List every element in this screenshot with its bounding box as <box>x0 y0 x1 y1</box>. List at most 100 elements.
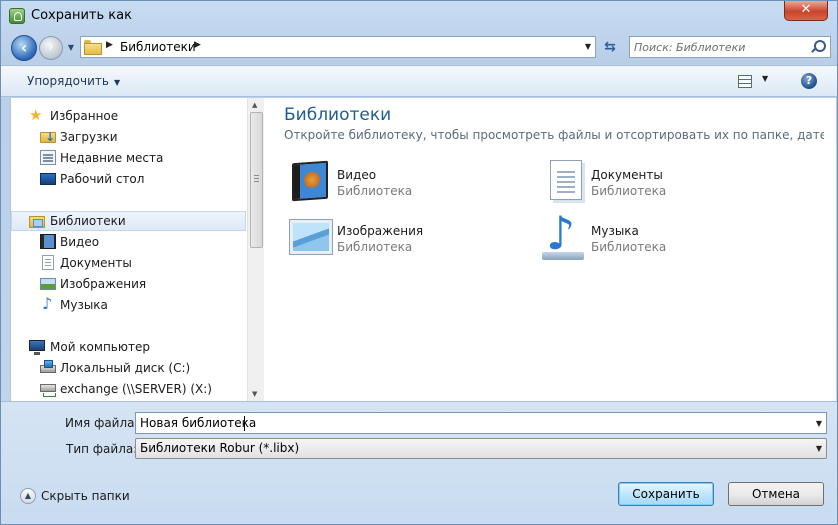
nav-label: Рабочий стол <box>60 172 145 186</box>
network-drive-icon <box>40 384 56 397</box>
nav-label: Музыка <box>60 298 108 312</box>
filename-input[interactable] <box>140 415 800 431</box>
save-button[interactable]: Сохранить <box>618 482 714 506</box>
document-icon <box>42 255 54 270</box>
text-caret <box>244 416 245 431</box>
computer-icon <box>29 340 45 355</box>
video-icon <box>40 234 56 249</box>
nav-video[interactable]: Видео <box>11 232 246 252</box>
documents-library-icon <box>550 160 582 200</box>
desktop-icon <box>40 173 56 185</box>
address-dropdown-icon[interactable]: ▼ <box>585 42 591 51</box>
navigation-pane: ★ Избранное Загрузки Недавние места Рабо… <box>10 98 264 401</box>
nav-network-drive[interactable]: exchange (\\SERVER) (X:) <box>11 379 246 399</box>
nav-label: Недавние места <box>60 151 164 165</box>
save-as-dialog: Сохранить как ✕ ‹ › ▼ ▶ Библиотеки ▶ ▼ ⇆… <box>0 0 838 525</box>
music-note-icon <box>40 294 56 313</box>
nav-label: Видео <box>60 235 100 249</box>
history-dropdown-icon[interactable]: ▼ <box>65 41 77 55</box>
details-view-icon <box>738 75 752 88</box>
library-tile-video[interactable]: Видео Библиотека <box>284 158 514 208</box>
library-name: Видео <box>337 168 377 182</box>
nav-pictures[interactable]: Изображения <box>11 274 246 294</box>
scroll-down-icon[interactable]: ▼ <box>252 390 257 398</box>
recent-places-icon <box>40 150 56 165</box>
libraries-folder-icon <box>84 40 102 55</box>
breadcrumb-libraries[interactable]: Библиотеки <box>120 40 196 54</box>
nav-label: Изображения <box>60 277 147 291</box>
close-button[interactable]: ✕ <box>784 1 828 21</box>
library-kind: Библиотека <box>337 184 413 198</box>
scrollbar-thumb[interactable] <box>250 112 263 248</box>
breadcrumb-chevron-icon[interactable]: ▶ <box>106 40 113 50</box>
content-pane: Библиотеки Откройте библиотеку, чтобы пр… <box>264 98 836 401</box>
nav-computer[interactable]: Мой компьютер <box>11 337 246 357</box>
pictures-library-icon <box>289 219 333 255</box>
library-tile-pictures[interactable]: Изображения Библиотека <box>284 214 514 264</box>
nav-label: Локальный диск (C:) <box>60 361 191 375</box>
title-bar: Сохранить как ✕ <box>1 1 837 31</box>
library-kind: Библиотека <box>337 240 413 254</box>
nav-libraries[interactable]: Библиотеки <box>11 211 246 231</box>
help-button[interactable]: ? <box>801 73 817 89</box>
chevron-up-icon: ▲ <box>20 488 36 504</box>
filetype-value: Библиотеки Robur (*.libx) <box>140 441 300 455</box>
library-kind: Библиотека <box>591 184 667 198</box>
nav-scrollbar[interactable]: ▲ ▼ <box>247 98 264 401</box>
picture-icon <box>40 278 56 290</box>
music-library-icon <box>538 206 586 260</box>
nav-documents[interactable]: Документы <box>11 253 246 273</box>
change-view-button[interactable]: ▼ <box>738 74 774 90</box>
filetype-label: Тип файла: <box>66 442 138 456</box>
search-box[interactable] <box>629 36 831 58</box>
chevron-down-icon[interactable]: ▼ <box>762 74 768 83</box>
chevron-down-icon: ▼ <box>113 78 121 87</box>
nav-desktop[interactable]: Рабочий стол <box>11 169 246 189</box>
nav-music[interactable]: Музыка <box>11 294 246 315</box>
local-disk-icon <box>40 360 56 373</box>
chevron-down-icon[interactable]: ▼ <box>816 419 822 428</box>
library-name: Музыка <box>591 224 639 238</box>
hide-folders-label: Скрыть папки <box>41 489 130 503</box>
filetype-select[interactable]: Библиотеки Robur (*.libx) ▼ <box>135 438 827 459</box>
organize-menu[interactable]: Упорядочить ▼ <box>27 74 120 88</box>
nav-label: exchange (\\SERVER) (X:) <box>60 382 212 396</box>
refresh-icon[interactable]: ⇆ <box>599 37 621 57</box>
content-subtitle: Откройте библиотеку, чтобы просмотреть ф… <box>284 128 824 142</box>
save-form: Имя файла: ▼ Тип файла: Библиотеки Robur… <box>1 401 837 524</box>
library-name: Изображения <box>337 224 424 238</box>
library-tile-music[interactable]: Музыка Библиотека <box>538 206 768 264</box>
chevron-down-icon[interactable]: ▼ <box>816 444 822 453</box>
nav-label: Библиотеки <box>50 214 126 228</box>
nav-label: Мой компьютер <box>50 340 150 354</box>
back-button[interactable]: ‹ <box>11 35 37 61</box>
address-bar[interactable]: ▶ Библиотеки ▶ ▼ <box>80 36 596 58</box>
nav-downloads[interactable]: Загрузки <box>11 127 246 147</box>
organize-label: Упорядочить <box>27 74 109 88</box>
nav-label: Документы <box>60 256 132 270</box>
video-library-icon <box>292 160 328 202</box>
breadcrumb-chevron-icon[interactable]: ▶ <box>194 40 201 50</box>
library-tile-documents[interactable]: Документы Библиотека <box>538 158 768 208</box>
address-row: ‹ › ▼ ▶ Библиотеки ▶ ▼ ⇆ <box>1 31 837 63</box>
search-icon[interactable] <box>811 40 826 53</box>
scroll-up-icon[interactable]: ▲ <box>252 101 257 109</box>
library-kind: Библиотека <box>591 240 667 254</box>
search-input[interactable] <box>634 39 804 55</box>
cancel-button[interactable]: Отмена <box>728 482 824 506</box>
star-icon: ★ <box>29 106 43 124</box>
command-bar: Упорядочить ▼ ▼ ? <box>1 65 837 97</box>
filename-label: Имя файла: <box>65 416 139 430</box>
nav-label: Избранное <box>50 109 119 123</box>
nav-label: Загрузки <box>60 130 118 144</box>
filename-combobox[interactable]: ▼ <box>135 412 827 434</box>
window-title: Сохранить как <box>31 8 132 23</box>
app-icon <box>9 8 25 24</box>
library-name: Документы <box>591 168 663 182</box>
downloads-icon <box>40 130 56 144</box>
forward-button[interactable]: › <box>39 36 63 60</box>
nav-favorites[interactable]: ★ Избранное <box>11 106 246 126</box>
nav-local-disk[interactable]: Локальный диск (C:) <box>11 358 246 378</box>
nav-recent-places[interactable]: Недавние места <box>11 148 246 168</box>
content-title: Библиотеки <box>284 105 392 125</box>
